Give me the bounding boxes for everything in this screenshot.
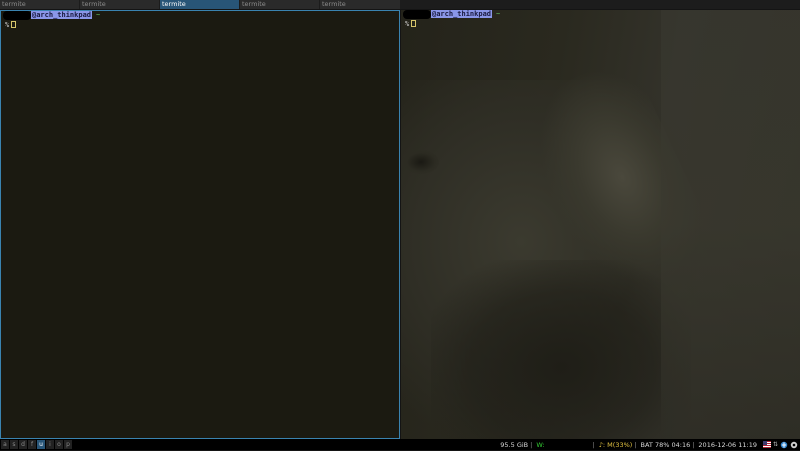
- tab-termite-1[interactable]: termite: [0, 0, 79, 9]
- text-cursor: [11, 21, 17, 28]
- tab-termite-3[interactable]: termite: [160, 0, 239, 9]
- workspace-p[interactable]: p: [64, 440, 72, 449]
- workspace-switcher: a s d f u i o p: [1, 440, 73, 449]
- command-line[interactable]: %: [405, 20, 417, 29]
- tab-termite-5[interactable]: termite: [320, 0, 400, 9]
- workspace-o[interactable]: o: [55, 440, 63, 449]
- workspace-d[interactable]: d: [19, 440, 27, 449]
- tab-termite-2[interactable]: termite: [80, 0, 159, 9]
- flag-icon[interactable]: [763, 441, 771, 448]
- wifi-status: W:: [536, 440, 545, 449]
- prompt-directory: ~: [96, 11, 101, 19]
- workspace-i[interactable]: i: [46, 440, 54, 449]
- separator: |: [634, 440, 637, 449]
- update-icon[interactable]: [780, 441, 788, 449]
- prompt-line: @arch_thinkpad ~: [3, 11, 100, 20]
- redacted-username: [403, 10, 431, 19]
- status-bar: a s d f u i o p 95.5 GiB | W: | ♪: M(33%…: [0, 439, 800, 450]
- battery-status: BAT 78% 04:16: [640, 440, 691, 449]
- prompt-symbol: %: [405, 20, 410, 28]
- text-cursor: [411, 20, 417, 27]
- separator: |: [592, 440, 595, 449]
- workspace-f[interactable]: f: [28, 440, 36, 449]
- window-tab-bar: termite termite termite termite termite: [0, 0, 800, 9]
- disk-usage: 95.5 GiB: [500, 440, 529, 449]
- command-line[interactable]: %: [5, 21, 17, 30]
- terminal-pane-left[interactable]: @arch_thinkpad ~ %: [0, 10, 400, 439]
- separator: |: [530, 440, 533, 449]
- system-tray: ⇅: [761, 441, 798, 449]
- prompt-host: @arch_thinkpad: [31, 11, 93, 19]
- redacted-username: [3, 11, 31, 20]
- wallpaper-image: [401, 10, 800, 439]
- settings-icon[interactable]: [790, 441, 798, 449]
- terminal-pane-right[interactable]: @arch_thinkpad ~ %: [401, 10, 800, 439]
- workspace-s[interactable]: s: [10, 440, 18, 449]
- workspace-a[interactable]: a: [1, 440, 9, 449]
- workspace-u[interactable]: u: [37, 440, 45, 449]
- prompt-directory: ~: [496, 10, 501, 18]
- separator: |: [692, 440, 695, 449]
- prompt-symbol: %: [5, 21, 10, 29]
- prompt-line: @arch_thinkpad ~: [403, 10, 500, 19]
- tab-termite-4[interactable]: termite: [240, 0, 319, 9]
- date-time: 2016-12-06 11:19: [698, 440, 757, 449]
- network-icon[interactable]: ⇅: [773, 441, 778, 448]
- prompt-host: @arch_thinkpad: [431, 10, 493, 18]
- music-volume: ♪: M(33%): [598, 440, 633, 449]
